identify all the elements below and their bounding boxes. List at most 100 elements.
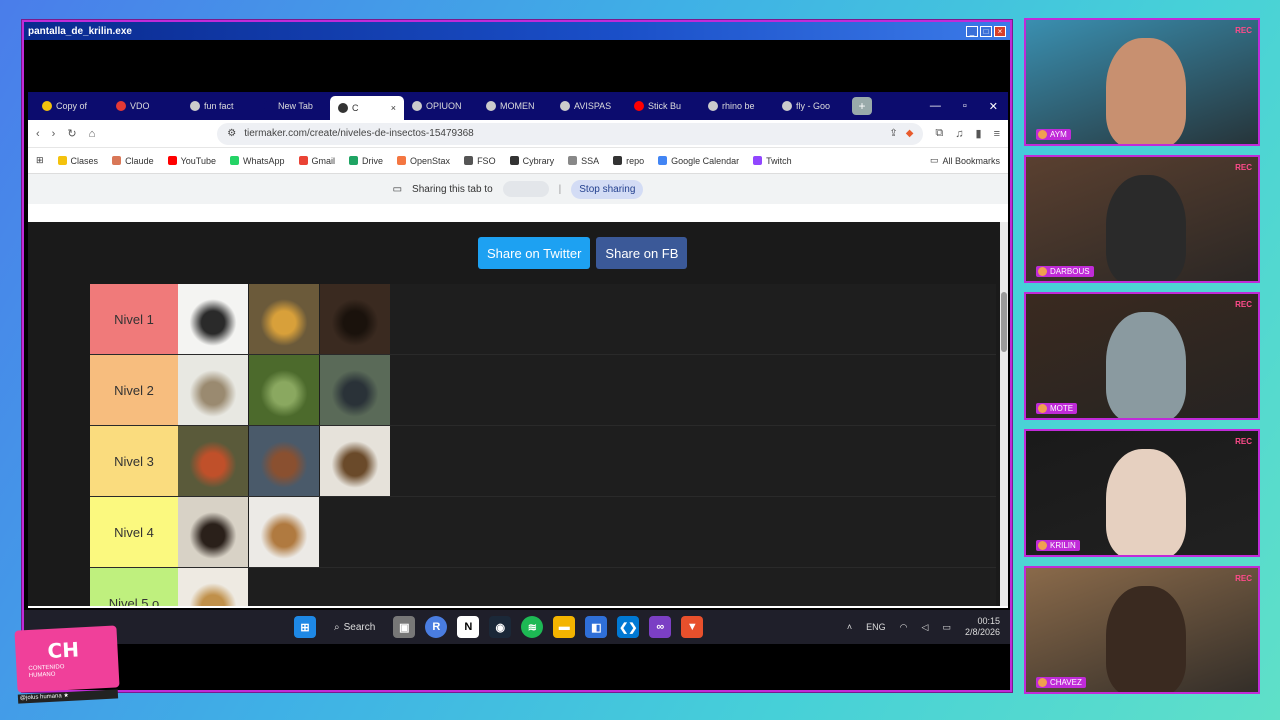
chevron-up-icon[interactable]: ˄ xyxy=(847,622,852,632)
start-icon[interactable]: ⊞ xyxy=(294,616,316,638)
share-icon[interactable]: ⇪ xyxy=(889,128,897,139)
new-tab-button[interactable]: + xyxy=(852,97,872,115)
page-scrollbar[interactable] xyxy=(1000,222,1008,606)
volume-icon[interactable]: ◁ xyxy=(922,622,929,633)
battery-icon[interactable]: ▭ xyxy=(942,622,951,633)
tier-label[interactable]: Nivel 3 xyxy=(90,426,178,496)
browser-tab[interactable]: New Tab xyxy=(256,95,330,117)
share-twitter-button[interactable]: Share on Twitter xyxy=(478,237,591,269)
tier-label[interactable]: Nivel 4 xyxy=(90,497,178,567)
bookmark-item[interactable]: Clases xyxy=(57,156,98,166)
steam-icon[interactable]: ◉ xyxy=(489,616,512,638)
browser-tab[interactable]: rhino be xyxy=(700,95,774,117)
participant-name-tag: CHAVEZ xyxy=(1036,677,1086,688)
browser-tab[interactable]: OPIUON xyxy=(404,95,478,117)
extensions-icon[interactable]: ⧉ xyxy=(935,127,943,140)
minimize-icon[interactable]: — xyxy=(930,100,941,113)
stop-sharing-button[interactable]: Stop sharing xyxy=(571,179,644,199)
bookmark-item[interactable]: Gmail xyxy=(298,156,335,166)
tab-label: New Tab xyxy=(278,101,313,111)
home-icon[interactable]: ⌂ xyxy=(89,128,96,140)
tier-label[interactable]: Nivel 2 xyxy=(90,355,178,425)
taskbar-search[interactable]: ⌕ Search xyxy=(326,615,383,639)
maximize-button[interactable]: □ xyxy=(980,25,992,37)
bookmark-item[interactable]: Twitch xyxy=(753,156,792,166)
visual-studio-icon[interactable]: ∞ xyxy=(649,616,672,638)
task-view-icon[interactable]: ▣ xyxy=(393,616,416,638)
bookmark-item[interactable]: WhatsApp xyxy=(229,156,285,166)
tier-label[interactable]: Nivel 1 xyxy=(90,284,178,354)
bookmark-item[interactable]: Google Calendar xyxy=(658,156,739,166)
app-blue-icon[interactable]: ◧ xyxy=(585,616,608,638)
url-text: tiermaker.com/create/niveles-de-insectos… xyxy=(244,128,474,139)
tier-label[interactable]: Nivel 5 o xyxy=(90,568,178,606)
scorpion-image[interactable] xyxy=(320,426,390,496)
brave-icon[interactable]: ▼ xyxy=(681,616,704,638)
fly-image[interactable] xyxy=(320,355,390,425)
bee-image[interactable] xyxy=(249,284,319,354)
spotify-icon[interactable]: ≋ xyxy=(521,616,544,638)
taskbar-apps: ⊞ ⌕ Search ▣ R N ◉ ≋ ▬ ◧ ❮❯ ∞ ▼ xyxy=(294,615,704,639)
bookmark-item[interactable]: Drive xyxy=(349,156,383,166)
share-fb-button[interactable]: Share on FB xyxy=(596,237,688,269)
browser-tab[interactable]: fun fact xyxy=(182,95,256,117)
participant-video xyxy=(1106,586,1186,692)
vscode-icon[interactable]: ❮❯ xyxy=(617,616,640,638)
wifi-icon[interactable]: ◠ xyxy=(900,622,908,633)
brave-shield-icon[interactable]: ◆ xyxy=(906,128,914,139)
reload-icon[interactable]: ↻ xyxy=(67,127,76,140)
language-indicator[interactable]: ENG xyxy=(866,622,886,632)
menu-icon[interactable]: ≡ xyxy=(994,128,1000,140)
tab-label: fun fact xyxy=(204,101,234,111)
app-r-icon[interactable]: R xyxy=(425,616,448,638)
tab-label: Stick Bu xyxy=(648,101,682,111)
close-tab-icon[interactable]: × xyxy=(391,103,396,113)
divider: | xyxy=(558,183,562,195)
bookmark-item[interactable]: Cybrary xyxy=(509,156,554,166)
back-icon[interactable]: ‹ xyxy=(36,128,40,140)
file-explorer-icon[interactable]: ▬ xyxy=(553,616,576,638)
forward-icon[interactable]: › xyxy=(52,128,56,140)
tab-strip: Copy of VDO fun fact New Tab C × OPIUON MOMEN AV… xyxy=(28,92,1008,120)
bookmark-item[interactable]: YouTube xyxy=(167,156,216,166)
browser-tab[interactable]: fly - Goo xyxy=(774,95,848,117)
contenido-humano-logo: CH CONTENIDO HUMANO @jolus humana ★ xyxy=(14,625,120,704)
stick-bug-image[interactable] xyxy=(249,355,319,425)
minimize-button[interactable]: _ xyxy=(966,25,978,37)
caterpillar-image[interactable] xyxy=(178,568,248,606)
bookmark-item[interactable]: SSA xyxy=(568,156,599,166)
sidebar-icon[interactable]: ▮ xyxy=(976,127,982,140)
tab-label: OPIUON xyxy=(426,101,462,111)
close-icon[interactable]: ✕ xyxy=(989,100,998,113)
wasp-image[interactable] xyxy=(178,426,248,496)
browser-tab[interactable]: VDO xyxy=(108,95,182,117)
snail-image[interactable] xyxy=(249,497,319,567)
spider-image[interactable] xyxy=(178,355,248,425)
logo-title: CH xyxy=(46,637,80,663)
browser-tab[interactable]: C × xyxy=(330,96,404,120)
browser-tab[interactable]: Stick Bu xyxy=(626,95,700,117)
cricket-image[interactable] xyxy=(178,497,248,567)
apps-icon[interactable]: ⊞ xyxy=(36,155,44,166)
all-bookmarks-button[interactable]: ▭ All Bookmarks xyxy=(930,155,1000,166)
bookmark-item[interactable]: FSO xyxy=(464,156,496,166)
close-button[interactable]: × xyxy=(994,25,1006,37)
clock[interactable]: 00:15 2/8/2026 xyxy=(965,616,1000,638)
rhinoceros-beetle-image[interactable] xyxy=(320,284,390,354)
tarantula-image[interactable] xyxy=(249,426,319,496)
browser-tab[interactable]: AVISPAS xyxy=(552,95,626,117)
ant-image[interactable] xyxy=(178,284,248,354)
site-info-icon[interactable]: ⚙ xyxy=(227,128,236,139)
bookmark-item[interactable]: OpenStax xyxy=(397,156,450,166)
scroll-thumb[interactable] xyxy=(1001,292,1007,352)
media-icon[interactable]: ♫ xyxy=(955,128,963,140)
browser-tab[interactable]: Copy of xyxy=(34,95,108,117)
notion-icon[interactable]: N xyxy=(457,616,480,638)
bookmark-item[interactable]: Claude xyxy=(112,156,154,166)
participant-video xyxy=(1106,38,1186,144)
restore-icon[interactable]: ▫ xyxy=(963,100,967,113)
browser-tab[interactable]: MOMEN xyxy=(478,95,552,117)
url-field[interactable]: ⚙ tiermaker.com/create/niveles-de-insect… xyxy=(217,122,924,145)
bookmark-item[interactable]: repo xyxy=(613,156,644,166)
address-bar-row: ‹ › ↻ ⌂ ⚙ tiermaker.com/create/niveles-d… xyxy=(28,120,1008,148)
